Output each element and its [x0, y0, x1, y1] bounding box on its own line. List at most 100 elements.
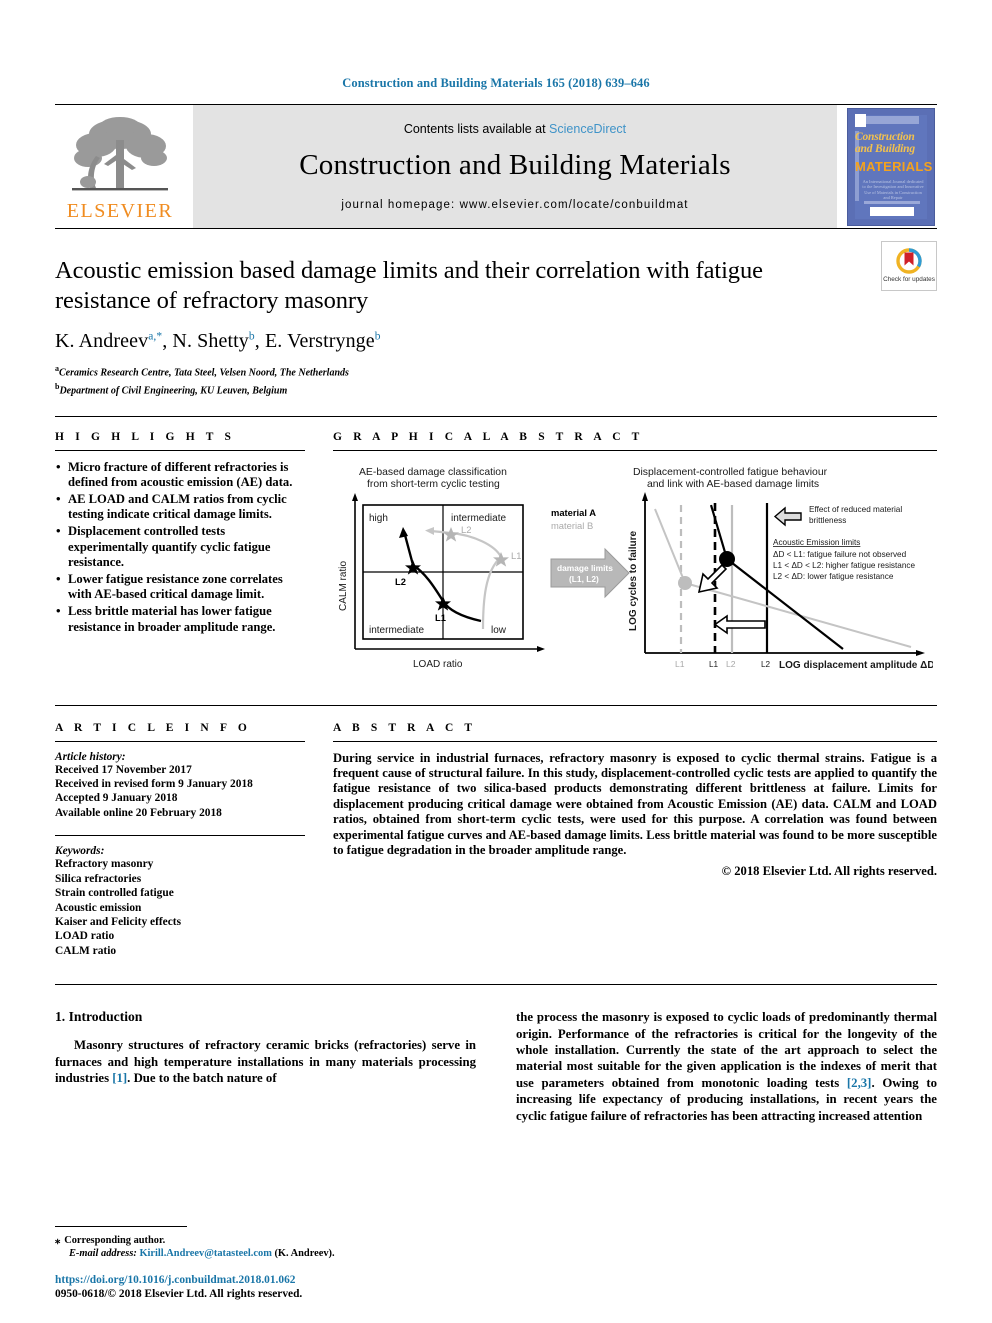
intro-left-text2: . Due to the batch nature of — [127, 1070, 277, 1085]
divider-title — [55, 415, 937, 417]
corresponding-author-line: ⁎ Corresponding author. — [55, 1234, 166, 1246]
list-item: Displacement controlled tests experiment… — [55, 523, 305, 570]
quadrant-low: low — [491, 625, 507, 636]
email-link[interactable]: Kirill.Andreev@tatasteel.com — [139, 1248, 271, 1259]
left-chart-title-line1: AE-based damage classification — [359, 467, 507, 478]
brittleness-shift-arrow-diagonal — [697, 563, 728, 593]
graphical-abstract-heading: G R A P H I C A L A B S T R A C T — [333, 430, 644, 443]
article-history-label: Article history: — [55, 750, 126, 763]
title-block: Acoustic emission based damage limits an… — [55, 229, 937, 398]
right-chart-xlabel: LOG displacement amplitude ΔD — [779, 660, 933, 671]
check-for-updates-label: Check for updates — [883, 276, 935, 284]
right-chart-title-line2: and link with AE-based damage limits — [647, 479, 819, 490]
contents-prefix: Contents lists available at — [403, 122, 550, 136]
section-heading-introduction: 1. Introduction — [55, 1009, 143, 1025]
ae-limit-2: L1 < ΔD < L2: higher fatigue resistance — [773, 561, 915, 570]
abstract-copyright: © 2018 Elsevier Ltd. All rights reserved… — [721, 863, 937, 878]
intro-paragraph-left: Masonry structures of refractory ceramic… — [55, 1037, 476, 1086]
right-chart-ylabel: LOG cycles to failure — [628, 530, 639, 630]
body-columns: 1. Introduction Masonry structures of re… — [55, 1009, 937, 1124]
graphical-abstract-svg: .gaTitle { font-family: "Liberation Sans… — [338, 467, 933, 671]
page-footer: https://doi.org/10.1016/j.conbuildmat.20… — [55, 1273, 555, 1301]
marker-material-b — [678, 575, 692, 590]
left-chart-title-line2: from short-term cyclic testing — [367, 479, 500, 490]
email-suffix: (K. Andreev). — [274, 1248, 335, 1260]
tick-b-l1: L1 — [675, 659, 685, 669]
abstract-text: During service in industrial furnaces, r… — [333, 750, 937, 858]
keyword-item: Silica refractories — [55, 872, 142, 885]
journal-homepage-link[interactable]: journal homepage: www.elsevier.com/locat… — [341, 199, 688, 211]
divider-body — [55, 984, 937, 986]
issn-copyright: 0950-0618/© 2018 Elsevier Ltd. All right… — [55, 1288, 303, 1300]
history-online: Available online 20 February 2018 — [55, 806, 222, 819]
ae-limits-heading: Acoustic Emission limits — [773, 538, 860, 547]
legend-material-a: material A — [551, 507, 596, 518]
abstract-heading: A B S T R A C T — [333, 721, 477, 734]
info-abstract-row: A R T I C L E I N F O Article history: R… — [55, 722, 937, 958]
footnote-divider — [55, 1225, 187, 1227]
arrow-label-line1: damage limits — [557, 563, 613, 573]
highlights-list: Micro fracture of different refractories… — [55, 459, 305, 635]
brittleness-shift-arrow-horizontal — [713, 614, 766, 635]
journal-title: Construction and Building Materials — [299, 149, 731, 181]
history-received: Received 17 November 2017 — [55, 763, 192, 776]
keyword-item: Acoustic emission — [55, 901, 142, 914]
tick-a-l1: L1 — [709, 660, 719, 669]
graphical-abstract-column: G R A P H I C A L A B S T R A C T .gaTit… — [333, 431, 937, 693]
keyword-item: Strain controlled fatigue — [55, 887, 174, 900]
body-column-left: 1. Introduction Masonry structures of re… — [55, 1009, 476, 1124]
keywords-label: Keywords: — [55, 845, 105, 858]
list-item: AE LOAD and CALM ratios from cyclic test… — [55, 491, 305, 522]
graphical-abstract-figure: .gaTitle { font-family: "Liberation Sans… — [333, 461, 937, 693]
corresponding-author-text: Corresponding author. — [64, 1234, 166, 1246]
abstract-column: A B S T R A C T During service in indust… — [333, 722, 937, 958]
journal-masthead: ELSEVIER Contents lists available at Sci… — [55, 105, 937, 228]
divider-highlights — [55, 449, 305, 451]
elsevier-tree-icon — [66, 112, 174, 200]
paper-page: Construction and Building Materials 165 … — [0, 0, 992, 1323]
intro-paragraph-right: the process the masonry is exposed to cy… — [516, 1009, 937, 1124]
left-chart-xlabel: LOAD ratio — [413, 659, 463, 670]
citation-ref-1[interactable]: [1] — [112, 1071, 127, 1085]
legend-material-b: material B — [551, 520, 593, 531]
quadrant-high: high — [369, 513, 388, 524]
history-revised: Received in revised form 9 January 2018 — [55, 778, 253, 791]
divider-article-info — [55, 740, 305, 742]
cover-subtitle: An International Journal dedicated to th… — [862, 178, 924, 201]
article-info-heading: A R T I C L E I N F O — [55, 721, 251, 734]
sciencedirect-link[interactable]: ScienceDirect — [549, 122, 626, 136]
ae-limit-3: L2 < ΔD: lower fatigue resistance — [773, 572, 894, 581]
affiliation-b: bDepartment of Civil Engineering, KU Leu… — [55, 381, 288, 397]
journal-banner: Contents lists available at ScienceDirec… — [193, 105, 837, 228]
cover-title-line3: MATERIALS — [855, 158, 933, 174]
divider-graphical-abstract — [333, 449, 937, 451]
damage-limits-arrow: damage limits (L1, L2) — [550, 547, 630, 598]
cover-title-line1: Construction — [855, 130, 915, 143]
arrow-label-line2: (L1, L2) — [569, 574, 599, 584]
list-item: Lower fatigue resistance zone correlates… — [55, 571, 305, 602]
right-chart-title-line1: Displacement-controlled fatigue behaviou… — [633, 467, 828, 478]
running-head: Construction and Building Materials 165 … — [342, 76, 650, 90]
material-a-l1-label: L1 — [435, 612, 446, 623]
note-line1: Effect of reduced material — [809, 505, 902, 514]
page-title: Acoustic emission based damage limits an… — [55, 257, 763, 314]
keyword-item: Kaiser and Felicity effects — [55, 915, 181, 928]
citation-ref-23[interactable]: [2,3] — [847, 1076, 872, 1090]
doi-link[interactable]: https://doi.org/10.1016/j.conbuildmat.20… — [55, 1273, 555, 1287]
list-item: Less brittle material has lower fatigue … — [55, 603, 305, 634]
note-arrow-icon — [773, 506, 802, 527]
affiliation-b-text: Department of Civil Engineering, KU Leuv… — [59, 385, 288, 397]
note-line2: brittleness — [809, 516, 846, 525]
author-list: K. Andreeva,*, N. Shettyb, E. Verstrynge… — [55, 330, 381, 352]
tick-b-l2: L2 — [726, 659, 736, 669]
check-for-updates-badge[interactable]: Check for updates — [881, 241, 937, 291]
email-line: E-mail address: Kirill.Andreev@tatasteel… — [55, 1247, 476, 1261]
affiliation-a: aCeramics Research Centre, Tata Steel, V… — [55, 364, 349, 379]
highlights-column: H I G H L I G H T S Micro fracture of di… — [55, 431, 305, 693]
journal-cover-thumbnail: Construction and Building MATERIALS An I… — [845, 105, 937, 228]
material-b-l1-label: L1 — [511, 550, 521, 561]
quadrant-intermediate-top: intermediate — [451, 513, 506, 524]
footnote-block: ⁎ Corresponding author. E-mail address: K… — [55, 1225, 476, 1261]
affiliation-a-text: Ceramics Research Centre, Tata Steel, Ve… — [59, 367, 349, 379]
keyword-item: Refractory masonry — [55, 858, 154, 871]
